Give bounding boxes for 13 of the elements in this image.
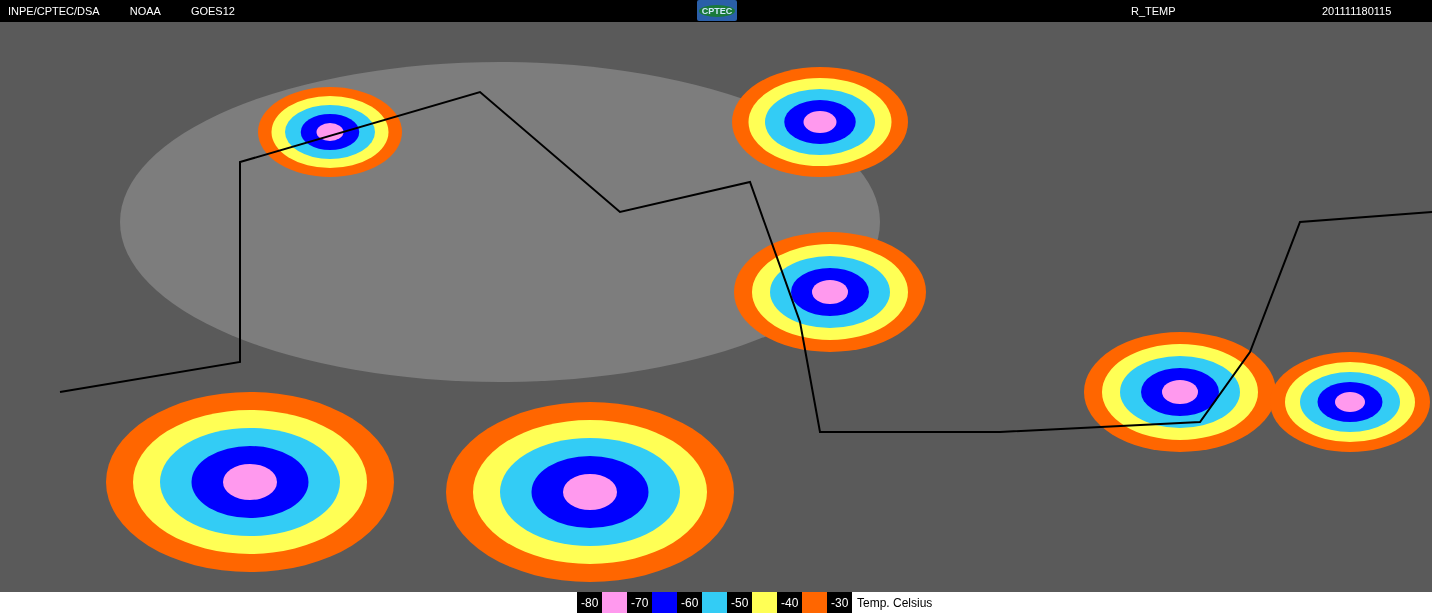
legend-label: -60	[677, 592, 702, 613]
legend-label: -80	[577, 592, 602, 613]
legend-label: -70	[627, 592, 652, 613]
header-label: GOES12	[190, 5, 235, 17]
legend-unit: Temp. Celsius	[856, 594, 933, 612]
legend-label: -30	[827, 592, 852, 613]
legend-label: -40	[777, 592, 802, 613]
logo: CPTEC	[697, 0, 737, 21]
product-label: R_TEMP	[1131, 5, 1176, 17]
legend-label: -50	[727, 592, 752, 613]
header-label: NOAA	[129, 5, 161, 17]
header-label: INPE/CPTEC/DSA	[8, 5, 100, 17]
timestamp: 201111180115	[1322, 5, 1392, 17]
